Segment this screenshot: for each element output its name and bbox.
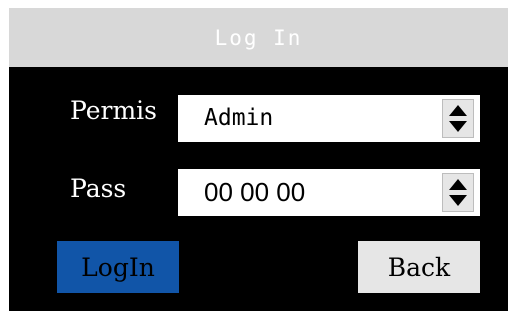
login-screen: Log In Permis Admin Pass 00 00 00 LogIn …	[9, 8, 508, 311]
up-down-arrows-icon	[449, 179, 467, 206]
back-button[interactable]: Back	[358, 241, 480, 293]
password-label: Pass	[70, 174, 127, 203]
permission-value: Admin	[204, 105, 274, 131]
login-button[interactable]: LogIn	[57, 241, 179, 293]
permission-label: Permis	[70, 96, 157, 125]
permission-stepper[interactable]	[442, 99, 474, 138]
permission-select[interactable]: Admin	[178, 95, 480, 142]
password-field[interactable]: 00 00 00	[178, 169, 480, 216]
password-value: 00 00 00	[204, 177, 306, 207]
password-stepper[interactable]	[442, 173, 474, 212]
up-down-arrows-icon	[449, 105, 467, 132]
title-bar: Log In	[9, 8, 508, 67]
window-title: Log In	[214, 25, 303, 50]
